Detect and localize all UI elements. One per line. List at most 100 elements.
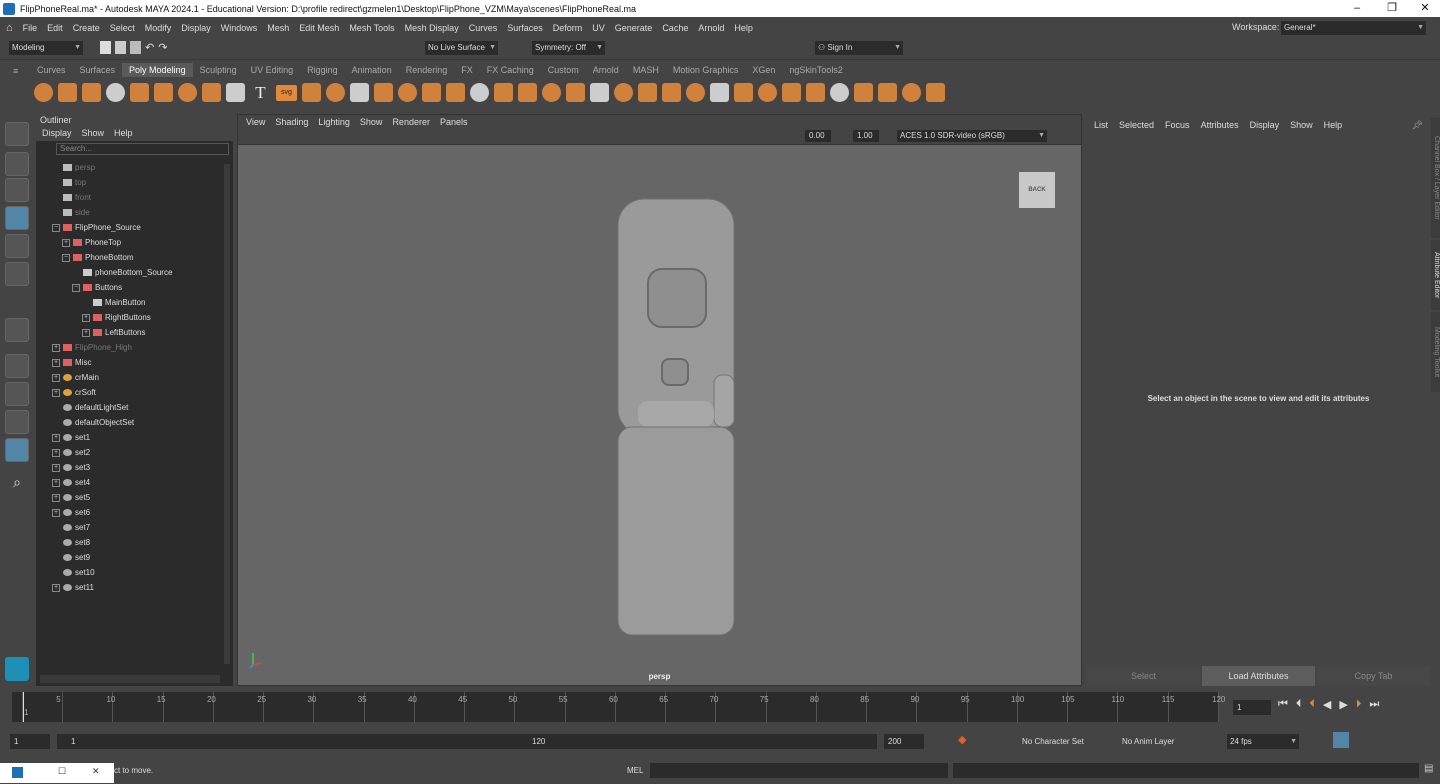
shelf-tab-xgen[interactable]: XGen <box>745 63 782 77</box>
attribute-editor-tab[interactable]: Attribute Editor <box>1431 240 1440 310</box>
playback-options-icon[interactable] <box>1333 732 1349 748</box>
shelf-tool-icon[interactable] <box>154 83 173 102</box>
attr-menu-help[interactable]: Help <box>1324 114 1343 134</box>
shelf-tool-icon[interactable] <box>302 83 321 102</box>
attr-menu-list[interactable]: List <box>1094 114 1108 134</box>
outliner-item[interactable]: + set11 <box>52 581 94 595</box>
menu-edit-mesh[interactable]: Edit Mesh <box>299 23 339 33</box>
range-slider[interactable]: 1 120 <box>57 734 877 749</box>
maximize-button[interactable]: ❐ <box>1375 0 1409 17</box>
outliner-item[interactable]: defaultLightSet <box>52 401 128 415</box>
character-set-field[interactable]: No Character Set <box>1018 734 1096 749</box>
outliner-item[interactable]: top <box>52 176 86 190</box>
expand-toggle[interactable]: − <box>72 283 80 292</box>
rotate-tool-icon[interactable] <box>5 234 29 258</box>
menu-mesh-display[interactable]: Mesh Display <box>405 23 459 33</box>
shelf-tool-icon[interactable] <box>518 83 537 102</box>
exposure-field[interactable]: 0.00 <box>805 130 831 142</box>
undo-icon[interactable]: ↶ <box>145 41 154 54</box>
gamma-field[interactable]: 1.00 <box>853 130 879 142</box>
time-slider[interactable]: 1 5 10 15 20 25 30 35 40 45 50 55 60 65 70 75 80 85 90 95 10… <box>12 692 1225 722</box>
shelf-tool-icon[interactable] <box>662 83 681 102</box>
play-forward-icon[interactable]: ▶ <box>1339 698 1347 711</box>
outliner-item[interactable]: + PhoneTop <box>62 236 121 250</box>
shelf-tool-icon[interactable] <box>878 83 897 102</box>
mode-dropdown[interactable]: Modeling <box>9 41 83 55</box>
shelf-tool-icon[interactable] <box>374 83 393 102</box>
menu-curves[interactable]: Curves <box>469 23 498 33</box>
scale-tool-icon[interactable] <box>5 262 29 286</box>
expand-toggle[interactable]: + <box>52 358 60 367</box>
maya-taskbar-icon[interactable] <box>12 767 23 778</box>
shelf-tool-icon[interactable] <box>854 83 873 102</box>
modeling-toolkit-tab[interactable]: Modeling Toolkit <box>1431 312 1440 392</box>
close-button[interactable]: ✕ <box>1408 0 1440 17</box>
outliner-item[interactable]: + crSoft <box>52 386 96 400</box>
fps-dropdown[interactable]: 24 fps <box>1227 734 1299 749</box>
outliner-item[interactable]: + crMain <box>52 371 99 385</box>
shelf-tool-icon[interactable] <box>398 83 417 102</box>
svg-tool-icon[interactable]: svg <box>276 84 297 101</box>
redo-icon[interactable]: ↷ <box>158 41 167 54</box>
mel-label[interactable]: MEL <box>627 766 643 775</box>
open-scene-icon[interactable] <box>115 41 126 54</box>
shelf-tool-icon[interactable] <box>758 83 777 102</box>
auto-key-icon[interactable]: ◆ <box>958 733 966 746</box>
select-tool-icon[interactable] <box>5 122 29 146</box>
attr-menu-selected[interactable]: Selected <box>1119 114 1154 134</box>
attr-menu-attributes[interactable]: Attributes <box>1201 114 1239 134</box>
live-surface-field[interactable]: No Live Surface <box>425 41 498 55</box>
go-to-start-icon[interactable]: ⏮ <box>1278 698 1288 711</box>
shelf-tool-icon[interactable] <box>590 83 609 102</box>
shelf-tab-rigging[interactable]: Rigging <box>300 63 345 77</box>
expand-toggle[interactable]: + <box>52 448 60 457</box>
outliner-item[interactable]: phoneBottom_Source <box>72 266 172 280</box>
start-frame-field[interactable]: 1 <box>10 734 50 749</box>
viewport-menu-shading[interactable]: Shading <box>275 115 308 129</box>
shelf-tool-icon[interactable] <box>806 83 825 102</box>
outliner-menu-show[interactable]: Show <box>82 126 105 141</box>
outliner-item[interactable]: front <box>52 191 91 205</box>
lasso-tool-icon[interactable] <box>5 152 29 176</box>
menu-create[interactable]: Create <box>73 23 100 33</box>
outliner-item[interactable]: + set3 <box>52 461 90 475</box>
outliner-item[interactable]: + LeftButtons <box>82 326 145 340</box>
maya-home-icon[interactable] <box>5 657 29 681</box>
four-view-icon[interactable] <box>5 382 29 406</box>
outliner-item[interactable]: + FlipPhone_High <box>52 341 132 355</box>
outliner-item[interactable]: + set2 <box>52 446 90 460</box>
expand-toggle[interactable]: + <box>52 433 60 442</box>
manipulator-icon[interactable] <box>5 318 29 342</box>
viewcube[interactable]: BACK <box>1019 172 1055 208</box>
viewport-panel[interactable]: View Shading Lighting Show Renderer Panels 0.… <box>237 114 1082 686</box>
shelf-tool-icon[interactable] <box>130 83 149 102</box>
outliner-item[interactable]: + set5 <box>52 491 90 505</box>
shelf-tool-icon[interactable] <box>782 83 801 102</box>
expand-toggle[interactable]: + <box>52 373 60 382</box>
shelf-tool-icon[interactable] <box>350 83 369 102</box>
shelf-tab-animation[interactable]: Animation <box>345 63 399 77</box>
shelf-tool-icon[interactable] <box>82 83 101 102</box>
shelf-tab-mash[interactable]: MASH <box>626 63 666 77</box>
expand-toggle[interactable]: − <box>52 223 60 232</box>
current-frame-field[interactable]: 1 <box>1233 700 1271 715</box>
paint-select-icon[interactable] <box>5 178 29 202</box>
shelf-tool-icon[interactable] <box>686 83 705 102</box>
new-scene-icon[interactable] <box>100 41 111 54</box>
shelf-tool-icon[interactable] <box>422 83 441 102</box>
outliner-item[interactable]: + set6 <box>52 506 90 520</box>
menu-generate[interactable]: Generate <box>615 23 653 33</box>
minimize-button[interactable]: – <box>1340 0 1374 17</box>
sign-in-dropdown[interactable]: ⚇ Sign In <box>815 41 903 55</box>
single-view-icon[interactable] <box>5 354 29 378</box>
menu-mesh[interactable]: Mesh <box>267 23 289 33</box>
script-editor-icon[interactable]: ▤ <box>1424 763 1433 774</box>
move-tool-icon[interactable] <box>5 206 29 230</box>
shelf-tool-icon[interactable] <box>542 83 561 102</box>
expand-toggle[interactable]: + <box>52 583 60 592</box>
menu-cache[interactable]: Cache <box>662 23 688 33</box>
expand-toggle[interactable]: + <box>52 508 60 517</box>
outliner-item[interactable]: persp <box>52 161 95 175</box>
menu-help[interactable]: Help <box>734 23 753 33</box>
anim-layer-field[interactable]: No Anim Layer <box>1118 734 1198 749</box>
